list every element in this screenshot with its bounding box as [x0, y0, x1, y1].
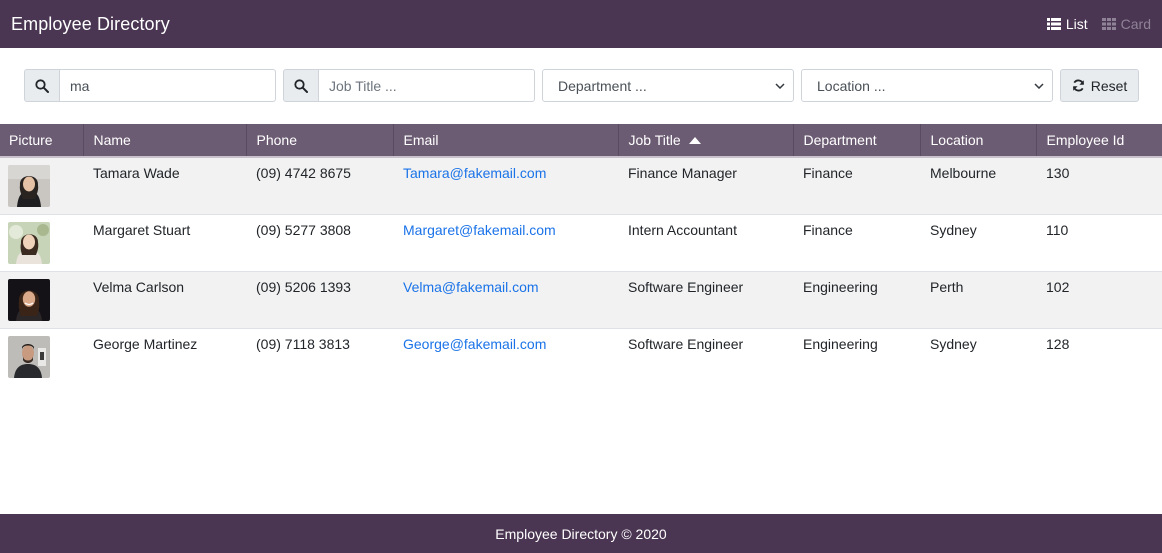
employee-location: Sydney [930, 221, 977, 238]
footer-text: Employee Directory © 2020 [495, 525, 667, 542]
employee-department: Finance [803, 165, 853, 181]
employee-id: 102 [1046, 278, 1070, 295]
employee-department: Engineering [803, 278, 878, 295]
employee-table-container: Picture Name Phone Email Job Title Depar… [0, 124, 1162, 385]
column-header-name[interactable]: Name [83, 124, 247, 157]
employee-job-title: Finance Manager [628, 165, 737, 181]
refresh-icon [1072, 79, 1084, 92]
employee-table: Picture Name Phone Email Job Title Depar… [0, 124, 1162, 385]
picture-cell [0, 271, 83, 328]
picture-cell [0, 157, 83, 214]
column-header-phone[interactable]: Phone [246, 124, 394, 157]
table-header-row: Picture Name Phone Email Job Title Depar… [0, 124, 1162, 157]
employee-photo [8, 335, 50, 378]
employee-photo [8, 221, 50, 264]
employee-id: 110 [1046, 221, 1069, 238]
navbar: Employee Directory List Card [0, 0, 1162, 48]
employee-email-link[interactable]: Tamara@fakemail.com [403, 165, 546, 181]
picture-cell [0, 214, 83, 271]
employee-email-link[interactable]: Margaret@fakemail.com [403, 222, 556, 238]
employee-phone: (09) 5277 3808 [256, 221, 351, 238]
column-header-job-title[interactable]: Job Title [618, 124, 794, 157]
view-toggle: List Card [1046, 16, 1151, 32]
app-title: Employee Directory [11, 13, 170, 34]
table-row: Velma Carlson (09) 5206 1393 Velma@fakem… [0, 271, 1162, 328]
name-search-input[interactable] [59, 69, 276, 102]
footer: Employee Directory © 2020 [0, 514, 1162, 553]
sort-ascending-icon [688, 137, 701, 144]
employee-name: Velma Carlson [93, 278, 185, 295]
column-header-employee-id[interactable]: Employee Id [1036, 124, 1162, 157]
employee-email-link[interactable]: Velma@fakemail.com [403, 279, 539, 295]
employee-job-title: Intern Accountant [628, 221, 737, 238]
filter-bar: Department ... Location ... Reset [24, 69, 1162, 102]
table-row: George Martinez (09) 7118 3813 George@fa… [0, 328, 1162, 385]
reset-label: Reset [1090, 77, 1128, 94]
card-view-label: Card [1120, 16, 1151, 32]
grid-icon [1101, 18, 1116, 30]
chevron-down-icon [775, 82, 785, 89]
department-select-value: Department ... [558, 77, 647, 94]
job-title-search-group [283, 69, 535, 102]
employee-department: Finance [803, 221, 853, 238]
employee-name: Tamara Wade [93, 165, 180, 181]
search-icon [283, 69, 318, 102]
employee-email-link[interactable]: George@fakemail.com [403, 336, 546, 352]
list-view-button[interactable]: List [1046, 16, 1088, 32]
column-header-job-title-label: Job Title [628, 132, 681, 148]
search-icon [24, 69, 59, 102]
employee-location: Melbourne [930, 165, 997, 181]
name-search-group [24, 69, 276, 102]
picture-cell [0, 328, 83, 385]
employee-phone: (09) 7118 3813 [256, 335, 350, 352]
employee-location: Perth [930, 278, 964, 295]
department-select[interactable]: Department ... [542, 69, 794, 102]
column-header-picture[interactable]: Picture [0, 124, 84, 157]
employee-name: George Martinez [93, 335, 198, 352]
list-icon [1046, 18, 1061, 30]
table-row: Tamara Wade (09) 4742 8675 Tamara@fakema… [0, 157, 1162, 214]
employee-id: 130 [1046, 165, 1070, 181]
employee-photo [8, 278, 50, 321]
employee-phone: (09) 4742 8675 [256, 165, 351, 181]
table-row: Margaret Stuart (09) 5277 3808 Margaret@… [0, 214, 1162, 271]
employee-directory-page: Employee Directory List Card ma Job Titl… [0, 0, 1162, 553]
column-header-email[interactable]: Email [393, 124, 619, 157]
employee-job-title: Software Engineer [628, 335, 744, 352]
column-header-department[interactable]: Department [793, 124, 921, 157]
card-view-button[interactable]: Card [1101, 16, 1151, 32]
list-view-label: List [1065, 16, 1088, 32]
column-header-location[interactable]: Location [920, 124, 1037, 157]
location-select[interactable]: Location ... [801, 69, 1053, 102]
employee-phone: (09) 5206 1393 [256, 278, 351, 295]
job-title-search-input[interactable] [318, 69, 535, 102]
employee-name: Margaret Stuart [93, 221, 191, 238]
employee-id: 128 [1046, 335, 1070, 352]
employee-location: Sydney [930, 335, 977, 352]
employee-job-title: Software Engineer [628, 278, 744, 295]
reset-button[interactable]: Reset [1060, 69, 1139, 102]
employee-photo [8, 165, 50, 207]
location-select-value: Location ... [817, 77, 886, 94]
chevron-down-icon [1034, 82, 1044, 89]
employee-department: Engineering [803, 335, 878, 352]
